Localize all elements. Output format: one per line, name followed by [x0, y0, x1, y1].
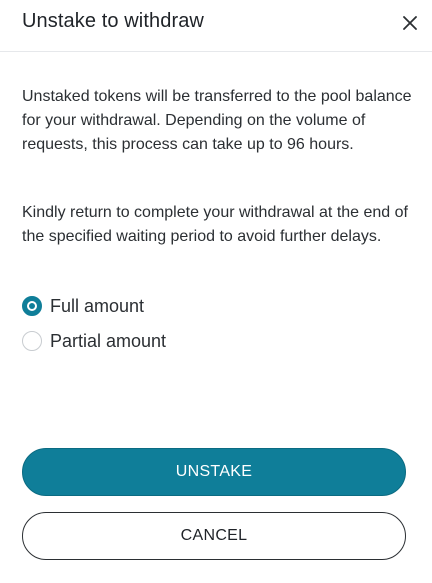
unstake-dialog: Unstake to withdraw Unstaked tokens will…	[0, 0, 432, 583]
dialog-title: Unstake to withdraw	[22, 10, 204, 32]
cancel-button[interactable]: CANCEL	[22, 512, 406, 560]
full-amount-label: Full amount	[50, 296, 145, 316]
partial-amount-option[interactable]: Partial amount	[22, 329, 166, 353]
info-paragraph-transfer: Unstaked tokens will be transferred to t…	[22, 88, 412, 153]
partial-amount-radio[interactable]	[22, 331, 42, 351]
dialog-header: Unstake to withdraw	[0, 0, 432, 52]
unstake-button[interactable]: UNSTAKE	[22, 448, 406, 496]
partial-amount-label: Partial amount	[50, 331, 167, 351]
info-paragraph-return: Kindly return to complete your withdrawa…	[22, 204, 408, 245]
close-button[interactable]	[400, 13, 420, 33]
full-amount-option[interactable]: Full amount	[22, 294, 144, 318]
close-icon	[403, 16, 417, 30]
full-amount-radio[interactable]	[22, 296, 42, 316]
